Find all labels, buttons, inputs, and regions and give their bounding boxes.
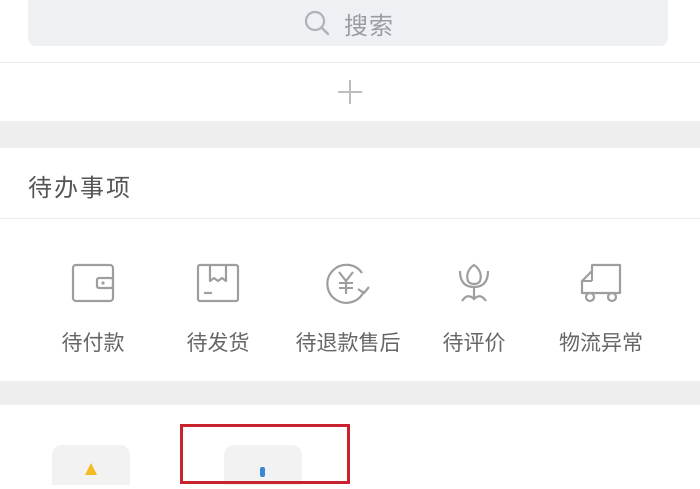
search-placeholder: 搜索: [344, 11, 394, 40]
plus-icon: [338, 80, 362, 104]
section-gap: [0, 121, 700, 148]
refund-yen-icon: [326, 263, 370, 304]
wallet-icon: [71, 263, 115, 303]
app-tile[interactable]: [52, 445, 130, 485]
app-grid: [0, 405, 700, 485]
todo-item-logistics-exception[interactable]: 物流异常: [536, 259, 666, 369]
search-box[interactable]: 搜索: [28, 0, 668, 46]
todo-item-label: 物流异常: [559, 331, 643, 355]
todo-item-pending-payment[interactable]: 待付款: [28, 259, 158, 369]
todo-item-pending-refund[interactable]: 待退款售后: [283, 259, 413, 369]
add-button[interactable]: [0, 63, 700, 121]
todo-item-label: 待评价: [442, 331, 506, 355]
search-area: 搜索: [0, 0, 700, 62]
todo-item-label: 待发货: [186, 331, 250, 355]
todo-item-pending-shipment[interactable]: 待发货: [153, 259, 283, 369]
todo-row: 待付款 待发货 待退款售后 待评价 物流异常: [0, 219, 700, 381]
todo-item-pending-review[interactable]: 待评价: [409, 259, 539, 369]
section-gap: [0, 381, 700, 405]
section-title: 待办事项: [28, 174, 132, 202]
flower-review-icon: [458, 263, 490, 302]
package-icon: [196, 263, 240, 303]
star-icon: [85, 463, 97, 475]
todo-item-label: 待退款售后: [295, 331, 401, 355]
todo-section-header: 待办事项: [0, 148, 700, 218]
search-icon: [304, 10, 330, 36]
todo-item-label: 待付款: [61, 331, 125, 355]
highlight-box: [180, 424, 350, 484]
truck-icon: [580, 263, 622, 303]
